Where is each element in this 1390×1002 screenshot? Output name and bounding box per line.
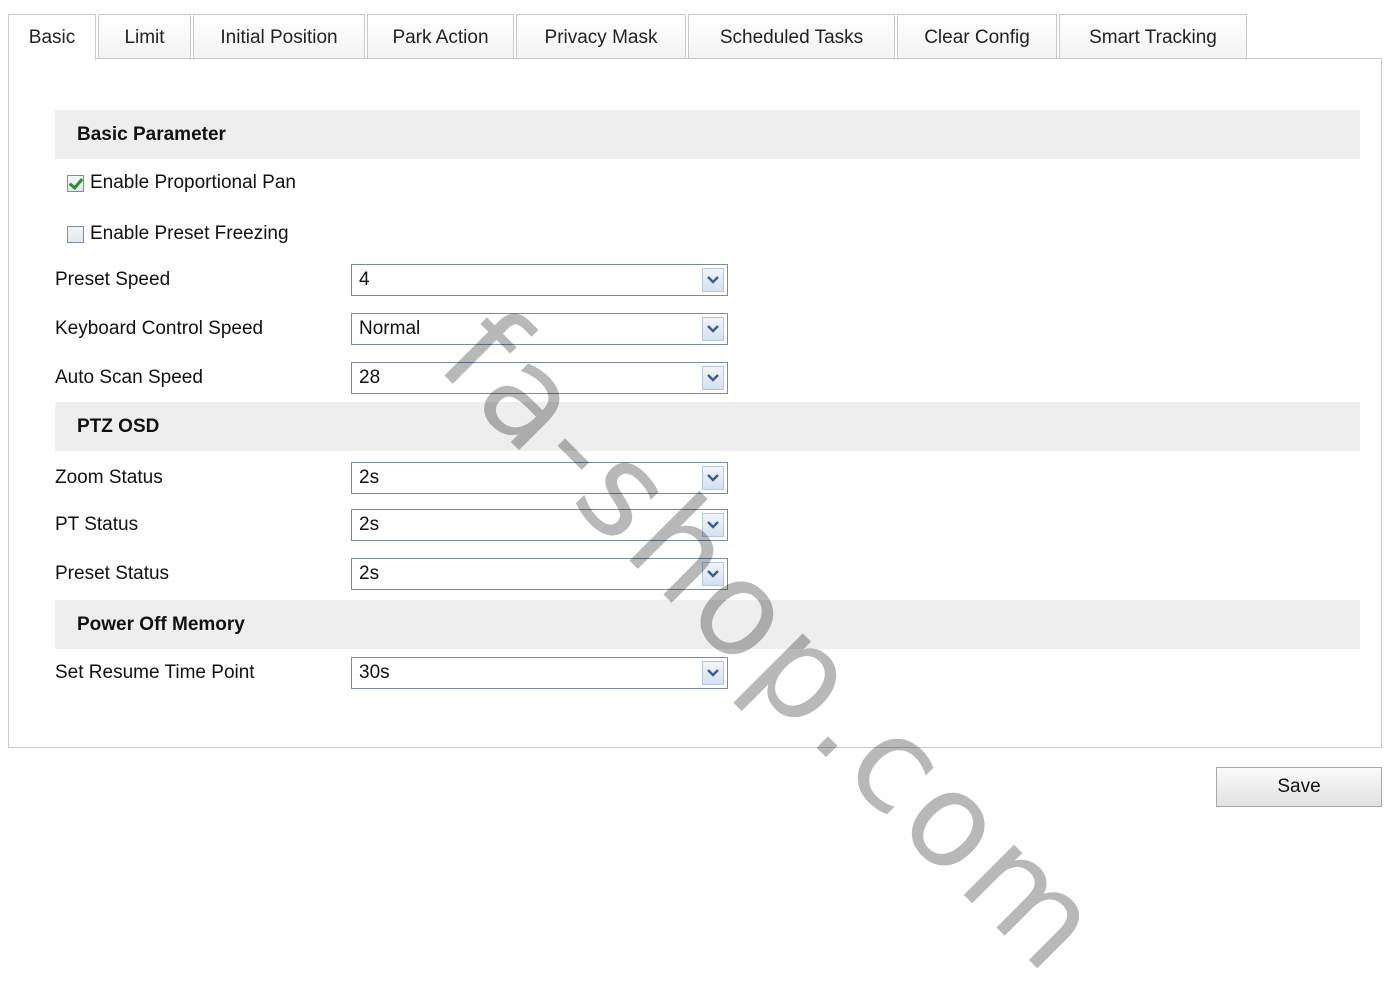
- tab-basic[interactable]: Basic: [8, 14, 96, 60]
- tab-privacy-mask[interactable]: Privacy Mask: [516, 14, 686, 60]
- tab-initial-position[interactable]: Initial Position: [193, 14, 365, 60]
- proportional-pan-label: Enable Proportional Pan: [90, 172, 296, 193]
- pt-status-select[interactable]: 2s: [351, 509, 728, 541]
- chevron-down-icon[interactable]: [702, 268, 724, 292]
- set-resume-time-point-select[interactable]: 30s: [351, 657, 728, 689]
- zoom-status-label: Zoom Status: [55, 467, 163, 488]
- chevron-down-icon[interactable]: [702, 317, 724, 341]
- chevron-down-icon[interactable]: [702, 466, 724, 490]
- tab-clear-config[interactable]: Clear Config: [897, 14, 1057, 60]
- tab-scheduled-tasks[interactable]: Scheduled Tasks: [688, 14, 895, 60]
- chevron-down-icon[interactable]: [702, 562, 724, 586]
- preset-status-label: Preset Status: [55, 563, 170, 584]
- keyboard-control-speed-label: Keyboard Control Speed: [55, 318, 264, 339]
- section-header-ptz-osd: PTZ OSD: [55, 402, 1360, 451]
- preset-status-select[interactable]: 2s: [351, 558, 728, 590]
- keyboard-control-speed-select[interactable]: Normal: [351, 313, 728, 345]
- proportional-pan-checkbox-row[interactable]: Enable Proportional Pan: [67, 167, 296, 199]
- zoom-status-select[interactable]: 2s: [351, 462, 728, 494]
- pt-status-value: 2s: [359, 514, 380, 535]
- tab-smart-tracking[interactable]: Smart Tracking: [1059, 14, 1247, 60]
- auto-scan-speed-value: 28: [359, 367, 381, 388]
- preset-freezing-checkbox[interactable]: [67, 225, 84, 243]
- zoom-status-value: 2s: [359, 467, 380, 488]
- proportional-pan-checkbox[interactable]: [67, 174, 84, 192]
- preset-status-value: 2s: [359, 563, 380, 584]
- keyboard-control-speed-value: Normal: [359, 318, 421, 339]
- save-button[interactable]: Save: [1216, 767, 1382, 807]
- tab-park-action[interactable]: Park Action: [367, 14, 514, 60]
- pt-status-label: PT Status: [55, 514, 139, 535]
- preset-freezing-label: Enable Preset Freezing: [90, 223, 289, 244]
- auto-scan-speed-label: Auto Scan Speed: [55, 367, 203, 388]
- settings-panel: Basic Parameter Enable Proportional Pan …: [8, 58, 1382, 748]
- set-resume-time-point-label: Set Resume Time Point: [55, 662, 255, 683]
- preset-speed-select[interactable]: 4: [351, 264, 728, 296]
- auto-scan-speed-select[interactable]: 28: [351, 362, 728, 394]
- chevron-down-icon[interactable]: [702, 661, 724, 685]
- section-header-basic-parameter: Basic Parameter: [55, 110, 1360, 159]
- set-resume-time-point-value: 30s: [359, 662, 390, 683]
- preset-freezing-checkbox-row[interactable]: Enable Preset Freezing: [67, 218, 289, 250]
- checkmark-icon: [68, 174, 84, 190]
- preset-speed-label: Preset Speed: [55, 269, 171, 290]
- tab-limit[interactable]: Limit: [98, 14, 191, 60]
- tab-bar: Basic Limit Initial Position Park Action…: [8, 0, 1382, 60]
- chevron-down-icon[interactable]: [702, 366, 724, 390]
- chevron-down-icon[interactable]: [702, 513, 724, 537]
- preset-speed-value: 4: [359, 269, 370, 290]
- section-header-power-off-memory: Power Off Memory: [55, 600, 1360, 649]
